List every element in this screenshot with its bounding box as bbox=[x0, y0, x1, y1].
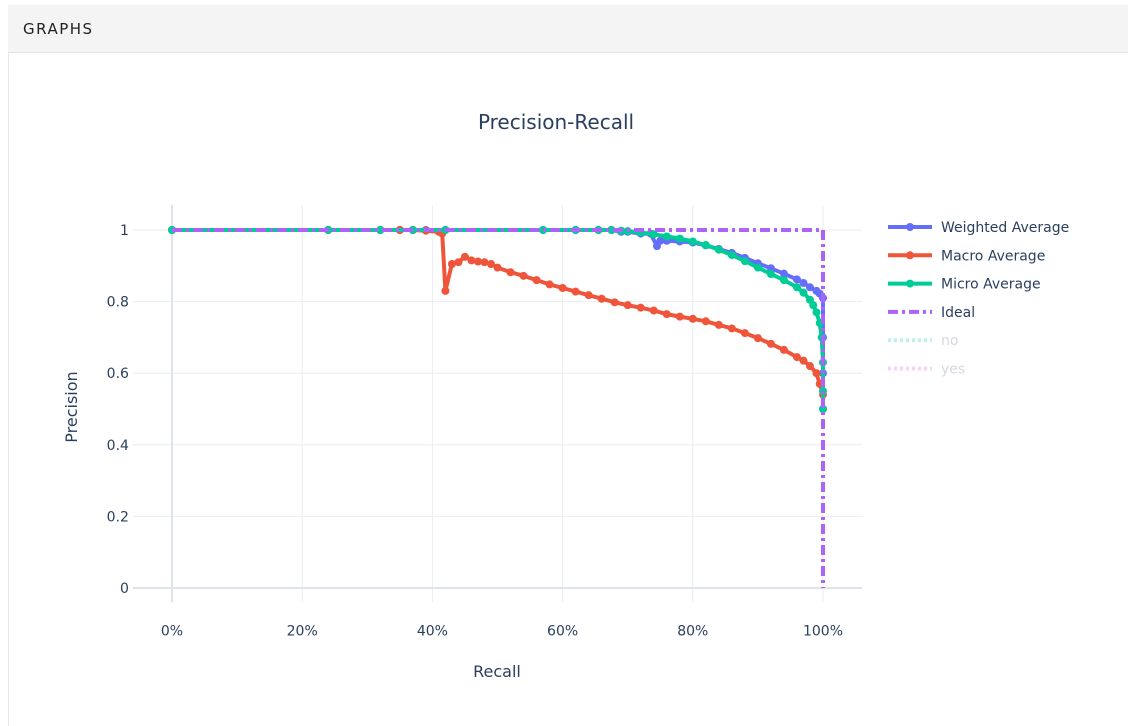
data-point[interactable] bbox=[753, 334, 762, 343]
data-point[interactable] bbox=[675, 234, 684, 243]
data-point[interactable] bbox=[779, 345, 788, 354]
data-point[interactable] bbox=[805, 362, 814, 371]
data-point[interactable] bbox=[727, 324, 736, 333]
data-point[interactable] bbox=[545, 280, 554, 289]
series-line bbox=[172, 228, 825, 588]
legend-item-yes[interactable]: yes bbox=[888, 362, 965, 378]
data-point[interactable] bbox=[799, 288, 808, 297]
chart-title: Precision-Recall bbox=[478, 110, 634, 134]
x-tick-label: 60% bbox=[547, 623, 578, 639]
y-tick-label: 0.8 bbox=[107, 295, 129, 311]
legend-label: no bbox=[941, 333, 958, 349]
data-point[interactable] bbox=[623, 301, 632, 310]
legend-item-macro-average[interactable]: Macro Average bbox=[888, 248, 1045, 264]
legend-item-no[interactable]: no bbox=[888, 333, 958, 349]
legend-label: Micro Average bbox=[941, 277, 1041, 293]
x-tick-label: 100% bbox=[803, 623, 843, 639]
data-point[interactable] bbox=[766, 270, 775, 279]
data-point[interactable] bbox=[740, 329, 749, 338]
data-point[interactable] bbox=[809, 301, 818, 310]
legend-swatch-marker bbox=[906, 279, 914, 288]
legend-label: Ideal bbox=[941, 305, 975, 321]
data-point[interactable] bbox=[799, 356, 808, 365]
data-point[interactable] bbox=[493, 263, 502, 272]
data-point[interactable] bbox=[441, 286, 450, 295]
data-point[interactable] bbox=[740, 257, 749, 266]
series-line bbox=[172, 228, 825, 396]
legend-swatch-marker bbox=[906, 223, 914, 231]
data-point[interactable] bbox=[662, 310, 671, 319]
y-tick-label: 0.2 bbox=[107, 509, 129, 525]
data-point[interactable] bbox=[812, 369, 821, 378]
axis-ticks: 0 0.2 0.4 0.6 0.8 1 0% 20% 40% 60% 80% 100% bbox=[107, 223, 843, 639]
data-point[interactable] bbox=[753, 263, 762, 272]
data-point[interactable] bbox=[799, 278, 808, 287]
y-tick-label: 0.6 bbox=[107, 366, 129, 382]
data-point[interactable] bbox=[649, 306, 658, 315]
x-tick-label: 80% bbox=[677, 623, 708, 639]
legend-label: Macro Average bbox=[941, 248, 1045, 264]
data-point[interactable] bbox=[714, 245, 723, 254]
data-point[interactable] bbox=[454, 258, 463, 267]
x-tick-label: 40% bbox=[417, 623, 448, 639]
data-point[interactable] bbox=[532, 276, 541, 285]
data-point[interactable] bbox=[714, 320, 723, 329]
data-point[interactable] bbox=[597, 294, 606, 303]
data-point[interactable] bbox=[766, 339, 775, 348]
legend-swatch-marker bbox=[906, 251, 914, 260]
series-ideal bbox=[172, 228, 825, 588]
data-point[interactable] bbox=[792, 283, 801, 292]
legend-item-micro-average[interactable]: Micro Average bbox=[888, 277, 1041, 293]
data-point[interactable] bbox=[727, 251, 736, 260]
series-layer bbox=[168, 226, 827, 588]
data-point[interactable] bbox=[519, 271, 528, 280]
legend-item-weighted-average[interactable]: Weighted Average bbox=[888, 220, 1069, 236]
series-micro-average bbox=[168, 226, 827, 413]
series-line bbox=[172, 228, 825, 409]
data-point[interactable] bbox=[558, 283, 567, 292]
data-point[interactable] bbox=[584, 291, 593, 300]
y-tick-label: 0.4 bbox=[107, 438, 129, 454]
legend-label: Weighted Average bbox=[941, 220, 1069, 236]
data-point[interactable] bbox=[506, 268, 515, 277]
x-tick-label: 0% bbox=[161, 623, 183, 639]
data-point[interactable] bbox=[688, 314, 697, 323]
y-tick-label: 1 bbox=[120, 223, 129, 239]
data-point[interactable] bbox=[571, 287, 580, 296]
series-line bbox=[172, 228, 825, 409]
y-axis-title: Precision bbox=[62, 371, 81, 442]
data-point[interactable] bbox=[812, 308, 821, 317]
data-point[interactable] bbox=[636, 303, 645, 312]
y-tick-label: 0 bbox=[120, 581, 129, 597]
data-point[interactable] bbox=[688, 237, 697, 246]
legend: Weighted Average Macro Average Micro Avera… bbox=[888, 220, 1069, 378]
data-point[interactable] bbox=[701, 317, 710, 326]
data-point[interactable] bbox=[610, 298, 619, 307]
x-axis-title: Recall bbox=[473, 662, 521, 681]
legend-label: yes bbox=[941, 362, 965, 378]
legend-item-ideal[interactable]: Ideal bbox=[888, 305, 975, 321]
data-point[interactable] bbox=[675, 312, 684, 321]
data-point[interactable] bbox=[662, 232, 671, 241]
x-tick-label: 20% bbox=[287, 623, 318, 639]
data-point[interactable] bbox=[779, 276, 788, 285]
data-point[interactable] bbox=[701, 241, 710, 250]
precision-recall-chart: Precision-Recall Recall Precision 0 0.2 0.… bbox=[62, 110, 1069, 681]
